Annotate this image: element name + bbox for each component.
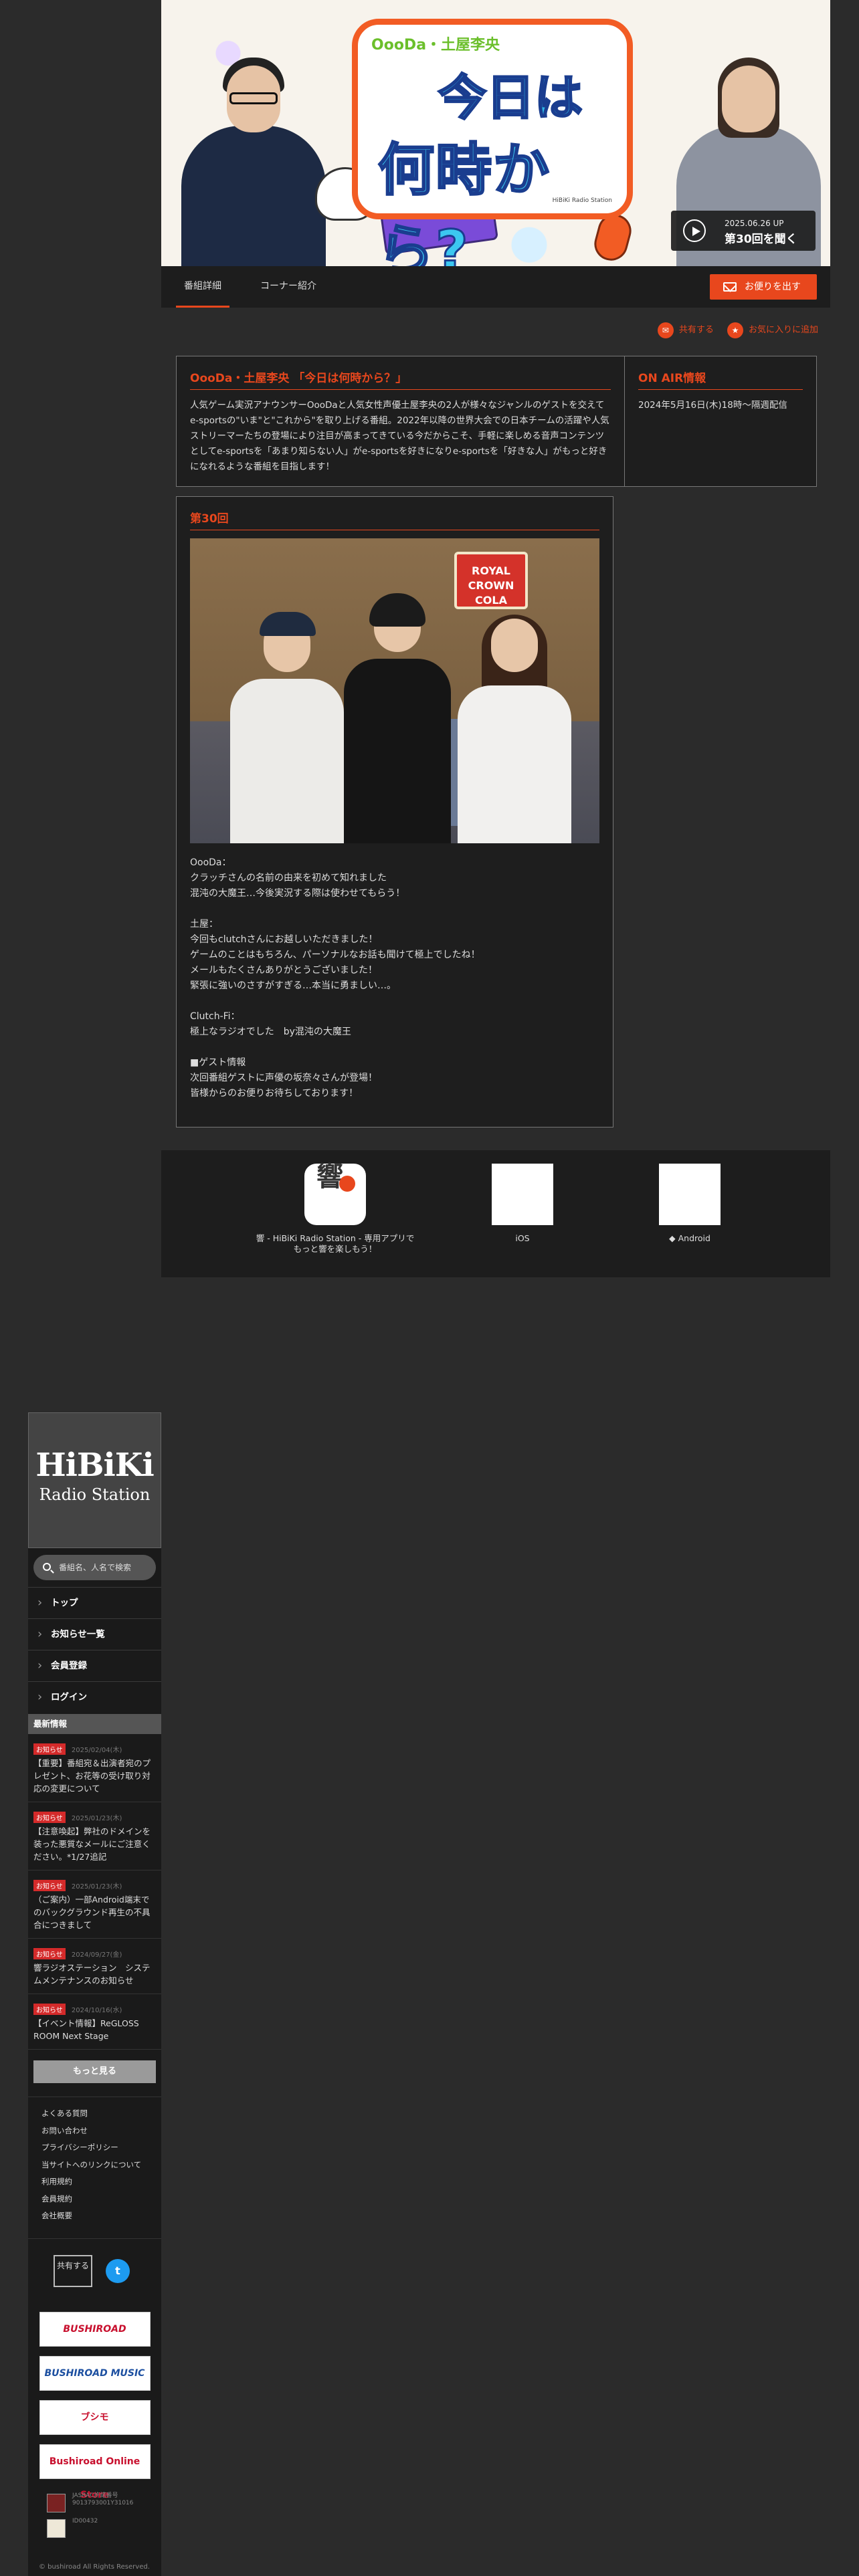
banner-bushiroad-music[interactable]: BUSHIROAD MUSIC [39, 2355, 151, 2391]
logo-text-sub: Radio Station [39, 1485, 151, 1504]
footer-link-contact[interactable]: お問い合わせ [41, 2123, 148, 2140]
program-title: OooDa・土屋李央 「今日は何時から？」 [190, 368, 611, 390]
android-download[interactable]: ◆ Android [643, 1164, 737, 1244]
news-date: 2025/01/23(木) [71, 1883, 122, 1891]
news-tag: お知らせ [33, 2004, 66, 2015]
news-item[interactable]: お知らせ 2025/01/23(木) （ご案内）一部Android端末でのバック… [28, 1870, 161, 1939]
photo-sign: ROYAL CROWN COLA [454, 552, 528, 609]
episode-title: 第30回 [190, 509, 599, 530]
news-title: 【注意喚起】弊社のドメインを装った悪質なメールにご注意ください。*1/27追記 [33, 1826, 151, 1862]
android-qr-code [659, 1164, 721, 1225]
program-description-panel: OooDa・土屋李央 「今日は何時から？」 人気ゲーム実況アナウンサーOooDa… [177, 356, 625, 486]
news-item[interactable]: お知らせ 2025/01/23(木) 【注意喚起】弊社のドメインを装った悪質なメ… [28, 1802, 161, 1870]
onair-text: 2024年5月16日(木)18時〜隔週配信 [638, 400, 787, 411]
banner-bushiroad[interactable]: BUSHIROAD [39, 2311, 151, 2347]
footer-link-faq[interactable]: よくある質問 [41, 2105, 148, 2123]
more-news-button[interactable]: もっと見る [33, 2060, 156, 2083]
ios-qr-code [492, 1164, 553, 1225]
sidebar-item-login[interactable]: ログイン [28, 1681, 161, 1713]
jasrac-license: JASRAC許諾番号 9013793001Y31016 [47, 2492, 161, 2516]
episode-text: OooDa： クラッチさんの名前の由来を初めて知れました 混沌の大魔王…今後実況… [190, 857, 480, 1099]
news-tag: お知らせ [33, 1948, 66, 1959]
footer-link-member-terms[interactable]: 会員規約 [41, 2191, 148, 2208]
app-promo-line1: 響 - HiBiKi Radio Station - 専用アプリで [256, 1233, 415, 1243]
program-info-box: OooDa・土屋李央 「今日は何時から？」 人気ゲーム実況アナウンサーOooDa… [176, 356, 817, 487]
news-title: 響ラジオステーション システムメンテナンスのお知らせ [33, 1963, 151, 1985]
twitter-icon[interactable]: t [106, 2258, 130, 2283]
copyright: © bushiroad All Rights Reserved. [39, 2563, 150, 2571]
news-date: 2024/10/16(水) [71, 2007, 122, 2014]
app-promo: 響 - HiBiKi Radio Station - 専用アプリで もっと響を楽… [161, 1150, 830, 1277]
news-item[interactable]: お知らせ 2025/02/04(木) 【重要】番組宛＆出演者宛のプレゼント、お花… [28, 1734, 161, 1802]
license-id: ID00432 [47, 2518, 161, 2538]
banner-bushimo[interactable]: ブシモ [39, 2399, 151, 2435]
app-promo-hibiki[interactable]: 響 - HiBiKi Radio Station - 専用アプリで もっと響を楽… [242, 1164, 429, 1255]
news-tag: お知らせ [33, 1812, 66, 1823]
onair-title: ON AIR情報 [638, 368, 803, 390]
search-placeholder: 番組名、人名で検索 [59, 1563, 132, 1572]
news-tag: お知らせ [33, 1743, 66, 1755]
app-icon [304, 1164, 366, 1225]
ios-label: iOS [515, 1233, 530, 1243]
news-tag: お知らせ [33, 1880, 66, 1891]
news-title: 【重要】番組宛＆出演者宛のプレゼント、お花等の受け取り対応の変更について [33, 1758, 151, 1794]
search-input[interactable]: 番組名、人名で検索 [33, 1555, 156, 1580]
news-title: 【イベント情報】ReGLOSS ROOM Next Stage [33, 2018, 139, 2041]
program-description: 人気ゲーム実況アナウンサーOooDaと人気女性声優土屋李央の2人が様々なジャンル… [190, 400, 609, 472]
news-date: 2025/02/04(木) [71, 1747, 122, 1754]
android-label: ◆ Android [669, 1233, 710, 1243]
content-area: OooDa・土屋李央 「今日は何時から？」 人気ゲーム実況アナウンサーOooDa… [161, 0, 830, 1337]
share-button[interactable]: 共有する [54, 2254, 92, 2287]
news-date: 2025/01/23(木) [71, 1815, 122, 1822]
site-logo[interactable]: HiBiKi Radio Station [28, 1412, 161, 1548]
app-promo-line2: もっと響を楽しもう！ [293, 1244, 377, 1254]
news-item[interactable]: お知らせ 2024/09/27(金) 響ラジオステーション システムメンテナンス… [28, 1939, 161, 1994]
license-text: ID00432 [72, 2517, 98, 2525]
jasrac-icon [47, 2493, 66, 2512]
footer-link-company[interactable]: 会社概要 [41, 2208, 148, 2225]
sidebar-item-register[interactable]: 会員登録 [28, 1650, 161, 1681]
footer-link-terms[interactable]: 利用規約 [41, 2173, 148, 2191]
news-title: （ご案内）一部Android端末でのバックグラウンド再生の不具合につきまして [33, 1895, 151, 1930]
episode-box: 第30回 ROYAL CROWN COLA OooDa： クラッチさんの名前の由… [176, 496, 613, 1128]
footer-links: よくある質問 お問い合わせ プライバシーポリシー 当サイトへのリンクについて 利… [28, 2097, 161, 2233]
jasrac-text: JASRAC許諾番号 9013793001Y31016 [72, 2492, 134, 2506]
search-icon [43, 1563, 51, 1571]
news-date: 2024/09/27(金) [71, 1951, 122, 1959]
news-heading: 最新情報 [28, 1714, 161, 1734]
license-icon [47, 2518, 66, 2538]
sidebar-item-top[interactable]: トップ [28, 1587, 161, 1618]
social-share-area: 共有する t [28, 2238, 161, 2296]
footer-link-linking[interactable]: 当サイトへのリンクについて [41, 2157, 148, 2174]
news-item[interactable]: お知らせ 2024/10/16(水) 【イベント情報】ReGLOSS ROOM … [28, 1994, 161, 2050]
onair-panel: ON AIR情報 2024年5月16日(木)18時〜隔週配信 [625, 356, 816, 486]
banner-online-store[interactable]: Bushiroad Online Store [39, 2444, 151, 2500]
sidebar: HiBiKi Radio Station 番組名、人名で検索 トップ お知らせ一… [28, 1412, 161, 2576]
ios-download[interactable]: iOS [476, 1164, 569, 1244]
logo-text-main: HiBiKi [35, 1446, 154, 1484]
footer-link-privacy[interactable]: プライバシーポリシー [41, 2139, 148, 2157]
sidebar-item-news[interactable]: お知らせ一覧 [28, 1618, 161, 1650]
episode-photo: ROYAL CROWN COLA [190, 538, 599, 843]
